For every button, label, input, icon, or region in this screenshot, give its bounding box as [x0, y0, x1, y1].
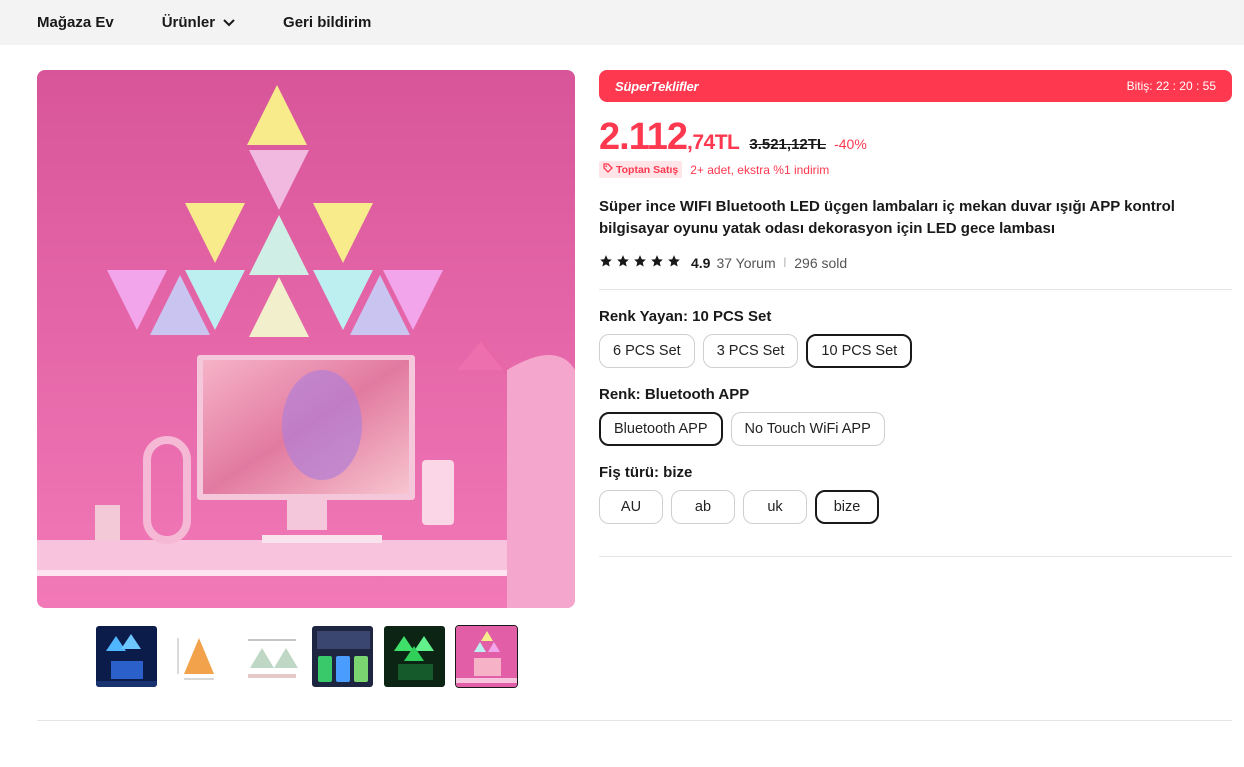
product-title: Süper ince WIFI Bluetooth LED üçgen lamb…	[599, 198, 1175, 237]
star-icon	[599, 254, 613, 271]
option-row-plug: AU ab uk bize	[599, 490, 1232, 524]
thumbnail-app-control-features[interactable]	[311, 625, 374, 688]
nav-products[interactable]: Ürünler	[162, 14, 235, 31]
star-icon	[667, 254, 681, 271]
option-3-pcs-set[interactable]: 3 PCS Set	[702, 334, 799, 368]
option-10-pcs-set[interactable]: 10 PCS Set	[806, 334, 913, 368]
star-icon	[616, 254, 630, 271]
product-main-image[interactable]	[37, 70, 575, 608]
option-row-color: Bluetooth APP No Touch WiFi APP	[599, 412, 1232, 446]
option-6-pcs-set[interactable]: 6 PCS Set	[599, 334, 695, 368]
nav-feedback-label: Geri bildirim	[283, 14, 372, 31]
price-fraction: ,74TL	[687, 131, 740, 154]
price-discount: -40%	[834, 136, 867, 152]
nav-store-home[interactable]: Mağaza Ev	[37, 14, 114, 31]
price-row: 2.112 ,74TL 3.521,12TL -40%	[599, 116, 1232, 159]
option-label-color: Renk: Bluetooth APP	[599, 386, 750, 403]
option-plug-uk[interactable]: uk	[743, 490, 807, 524]
nav-feedback[interactable]: Geri bildirim	[283, 14, 371, 31]
bulk-badge-label: Toptan Satış	[616, 163, 679, 176]
thumbnail-green-led-setup[interactable]	[383, 625, 446, 688]
top-nav: Mağaza Ev Ürünler Geri bildirim	[0, 0, 1244, 45]
deal-countdown: Bitiş: 22 : 20 : 55	[1126, 79, 1216, 93]
sold-count: 296 sold	[794, 254, 848, 271]
reviews-link[interactable]: 37 Yorum	[716, 255, 775, 271]
thumbnail-blue-led-setup[interactable]	[95, 625, 158, 688]
bulk-discount-text: 2+ adet, ekstra %1 indirim	[690, 162, 830, 177]
price-original: 3.521,12TL	[749, 136, 827, 153]
option-no-touch-wifi-app[interactable]: No Touch WiFi APP	[730, 412, 885, 446]
option-plug-ab[interactable]: ab	[671, 490, 735, 524]
thumbnail-triangle-mounting-diagram[interactable]	[239, 625, 302, 688]
nav-products-label: Ürünler	[161, 14, 216, 31]
tag-icon	[603, 163, 613, 176]
star-rating	[599, 254, 681, 271]
chevron-down-icon	[223, 18, 235, 27]
thumbnail-pink-room-setup[interactable]	[455, 625, 518, 688]
bulk-badge: Toptan Satış	[599, 161, 683, 178]
divider	[599, 556, 1232, 557]
nav-store-home-label: Mağaza Ev	[37, 14, 114, 31]
bulk-discount-row: Toptan Satış 2+ adet, ekstra %1 indirim	[599, 161, 1232, 178]
option-label-color-emit: Renk Yayan: 10 PCS Set	[599, 308, 772, 325]
divider	[599, 289, 1232, 290]
product-info: SüperTeklifler Bitiş: 22 : 20 : 55 2.112…	[599, 70, 1232, 557]
option-plug-bize[interactable]: bize	[815, 490, 879, 524]
deal-title: SüperTeklifler	[615, 78, 699, 94]
option-label-plug: Fiş türü: bize	[599, 464, 693, 481]
option-plug-au[interactable]: AU	[599, 490, 663, 524]
separator: |	[783, 257, 787, 268]
option-row-color-emit: 6 PCS Set 3 PCS Set 10 PCS Set	[599, 334, 1232, 368]
rating-row: 4.9 37 Yorum | 296 sold	[599, 254, 1232, 271]
thumbnail-strip	[95, 625, 518, 688]
price-main: 2.112	[599, 116, 688, 158]
rating-value: 4.9	[691, 254, 711, 271]
star-icon	[633, 254, 647, 271]
star-icon	[650, 254, 664, 271]
thumbnail-orange-triangle-dimensions[interactable]	[167, 625, 230, 688]
super-deals-bar: SüperTeklifler Bitiş: 22 : 20 : 55	[599, 70, 1232, 102]
section-divider	[37, 720, 1232, 721]
option-bluetooth-app[interactable]: Bluetooth APP	[599, 412, 723, 446]
